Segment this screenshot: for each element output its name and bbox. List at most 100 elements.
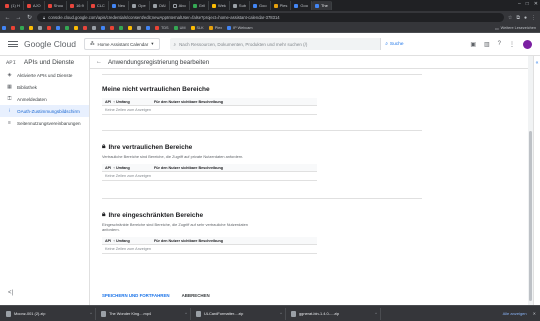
- tab-favicon-icon: [70, 3, 75, 8]
- browser-tab[interactable]: AJO: [24, 1, 45, 10]
- bookmark-favicon-icon: [83, 26, 87, 30]
- bookmark-slk[interactable]: SLK: [190, 26, 204, 30]
- browser-tab[interactable]: OAI: [150, 1, 170, 10]
- col-api[interactable]: API ↑: [102, 239, 116, 243]
- scopes-table: API ↑ Umfang Für den Nutzer sichtbare Bes…: [102, 237, 317, 254]
- page-header: ← Anwendungsregistrierung bearbeiten: [90, 56, 533, 69]
- bookmark-um[interactable]: UM: [173, 26, 186, 30]
- menu-icon[interactable]: ⋮: [531, 15, 536, 21]
- forward-icon[interactable]: →: [15, 15, 22, 21]
- browser-tab[interactable]: Neu: [109, 1, 130, 10]
- star-icon[interactable]: ☆: [508, 15, 512, 21]
- browser-tab[interactable]: Ope: [129, 1, 150, 10]
- bookmark-item[interactable]: [110, 26, 114, 30]
- bookmark-plex[interactable]: Plex: [208, 26, 222, 30]
- extensions-icon[interactable]: ⧉: [516, 15, 520, 21]
- bookmark-item[interactable]: [38, 26, 42, 30]
- browser-tab[interactable]: Wek: [209, 1, 230, 10]
- bookmark-item[interactable]: [128, 26, 132, 30]
- profile-icon[interactable]: ●: [524, 15, 527, 21]
- bookmark-favicon-icon: [74, 26, 78, 30]
- sidebar-item-page-usage[interactable]: ≡ Seitennutzungsvereinbarungen: [0, 117, 89, 129]
- download-item[interactable]: ULCardFormatter....zip ^: [193, 307, 286, 320]
- bookmark-item[interactable]: [65, 26, 69, 30]
- google-cloud-logo[interactable]: Google Cloud: [24, 39, 76, 49]
- search-input[interactable]: ⌕ Nach Ressourcen, Dokumenten, Produkten…: [169, 38, 408, 50]
- sort-arrow-icon: ↑: [113, 238, 115, 243]
- show-all-button[interactable]: Alle anzeigen: [503, 311, 527, 316]
- sort-arrow-icon: ↑: [113, 165, 115, 170]
- bookmark-item[interactable]: [2, 26, 6, 30]
- col-scope: Umfang: [116, 238, 130, 243]
- close-downloads-icon[interactable]: ✕: [533, 311, 536, 316]
- cloud-shell-icon[interactable]: ▣: [470, 41, 476, 48]
- sidebar-item-credentials[interactable]: ⚿ Anmeldedaten: [0, 93, 89, 105]
- browser-tab[interactable]: CLC: [88, 1, 109, 10]
- lock-icon: 🔒︎: [43, 15, 46, 20]
- scroll-area[interactable]: Meine nicht vertraulichen Bereiche API ↑ …: [90, 69, 533, 305]
- notifications-icon[interactable]: ▥: [484, 41, 490, 48]
- scrollbar-thumb[interactable]: [529, 131, 532, 301]
- search-icon: ⌕: [385, 42, 388, 47]
- browser-tab-active[interactable]: The: [311, 1, 332, 10]
- bookmark-item[interactable]: [137, 26, 141, 30]
- download-item[interactable]: Moonz-001 (2).zip ^: [3, 307, 96, 320]
- bookmark-item[interactable]: [92, 26, 96, 30]
- sidebar-item-library[interactable]: ▦ Bibliothek: [0, 81, 89, 93]
- browser-tab[interactable]: 16:9: [67, 1, 88, 10]
- bookmark-item[interactable]: [20, 26, 24, 30]
- help-icon[interactable]: ?: [498, 41, 501, 47]
- address-bar[interactable]: 🔒︎ console.cloud.google.com/apis/credent…: [37, 13, 504, 22]
- reload-icon[interactable]: ↻: [26, 14, 33, 21]
- download-item[interactable]: The Wonder King....mp4 ^: [98, 307, 191, 320]
- right-panel-toggle[interactable]: «: [533, 56, 540, 305]
- collapse-sidebar-icon[interactable]: <|: [8, 290, 13, 296]
- download-item[interactable]: ggnerat-bin-1.4.0-....zip ^: [288, 307, 381, 320]
- search-button[interactable]: ⌕ Suche: [380, 38, 408, 50]
- back-icon[interactable]: ←: [4, 15, 11, 21]
- browser-tab[interactable]: Gril: [190, 1, 209, 10]
- bookmark-item[interactable]: [83, 26, 87, 30]
- bookmark-item[interactable]: [11, 26, 15, 30]
- bookmark-item[interactable]: [29, 26, 33, 30]
- project-picker[interactable]: ⁂ Home Assistant Calendar ▾: [83, 38, 160, 50]
- more-icon[interactable]: ⋮: [509, 41, 515, 48]
- col-api[interactable]: API ↑: [102, 100, 116, 104]
- sidebar-item-enabled-apis[interactable]: ◈ Aktivierte APIs und Dienste: [0, 69, 89, 81]
- bookmark-tds[interactable]: TDS: [155, 26, 169, 30]
- bookmark-favicon-icon: [110, 26, 114, 30]
- bookmark-item[interactable]: [146, 26, 150, 30]
- col-api[interactable]: API ↑: [102, 166, 116, 170]
- tab-favicon-icon: [5, 3, 9, 8]
- avatar[interactable]: [523, 39, 532, 49]
- window-controls: – □ ✕: [518, 1, 538, 7]
- tab-favicon-icon: [132, 3, 137, 8]
- chevron-up-icon: ^: [280, 311, 282, 316]
- bookmark-item[interactable]: [119, 26, 123, 30]
- dashboard-icon: ◈: [7, 72, 12, 78]
- browser-tab[interactable]: Goo: [250, 1, 271, 10]
- tab-favicon-icon: [47, 3, 52, 8]
- cancel-button[interactable]: ABBRECHEN: [182, 293, 210, 298]
- browser-tab[interactable]: Sub: [230, 1, 251, 10]
- browser-tab[interactable]: (1) H: [2, 1, 24, 10]
- back-arrow-icon[interactable]: ←: [96, 59, 102, 65]
- browser-tab[interactable]: Ples: [271, 1, 292, 10]
- bookmark-item[interactable]: [47, 26, 51, 30]
- maximize-icon[interactable]: □: [526, 1, 529, 7]
- bookmark-item[interactable]: [101, 26, 105, 30]
- save-and-continue-button[interactable]: SPEICHERN UND FORTFAHREN: [102, 291, 170, 300]
- bookmark-item[interactable]: [56, 26, 60, 30]
- reading-list[interactable]: ▭ Weitere Lesezeichen: [495, 26, 540, 31]
- bookmark-item[interactable]: [74, 26, 78, 30]
- col-description: Für den Nutzer sichtbare Beschreibung: [154, 165, 224, 170]
- browser-tab[interactable]: Shou: [45, 1, 68, 10]
- browser-tab[interactable]: Goo: [291, 1, 312, 10]
- hamburger-menu-icon[interactable]: [8, 41, 18, 47]
- browser-tab[interactable]: Abo: [170, 1, 190, 10]
- close-icon[interactable]: ✕: [534, 1, 538, 7]
- sidebar-item-oauth-consent[interactable]: ⁝ OAuth-Zustimmungsbildschirm: [0, 105, 89, 117]
- bookmark-ip-webcam[interactable]: IP Webcam: [227, 26, 253, 30]
- library-icon: ▦: [7, 84, 12, 90]
- minimize-icon[interactable]: –: [518, 1, 521, 7]
